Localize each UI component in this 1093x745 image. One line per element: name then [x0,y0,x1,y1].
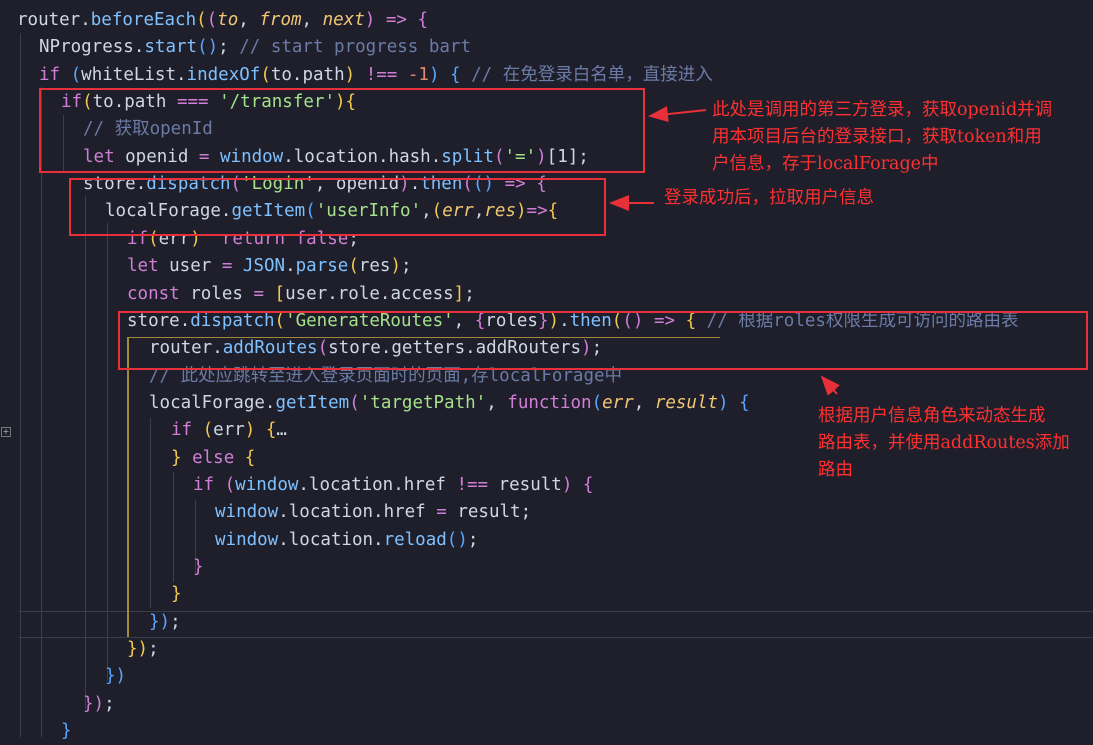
annotation-dynamic-routes: 根据用户信息角色来动态生成 路由表，并使用addRoutes添加 路由 [818,406,1070,480]
annotation-third-party-login: 此处是调用的第三方登录，获取openid并调 用本项目后台的登录接口，获取tok… [712,100,1053,174]
code-editor[interactable]: + router.beforeEach((to, from, next) => … [0,0,1093,741]
arrow-1 [648,106,707,123]
arrow-3 [820,375,840,396]
annotation-fetch-userinfo: 登录成功后，拉取用户信息 [664,188,874,208]
